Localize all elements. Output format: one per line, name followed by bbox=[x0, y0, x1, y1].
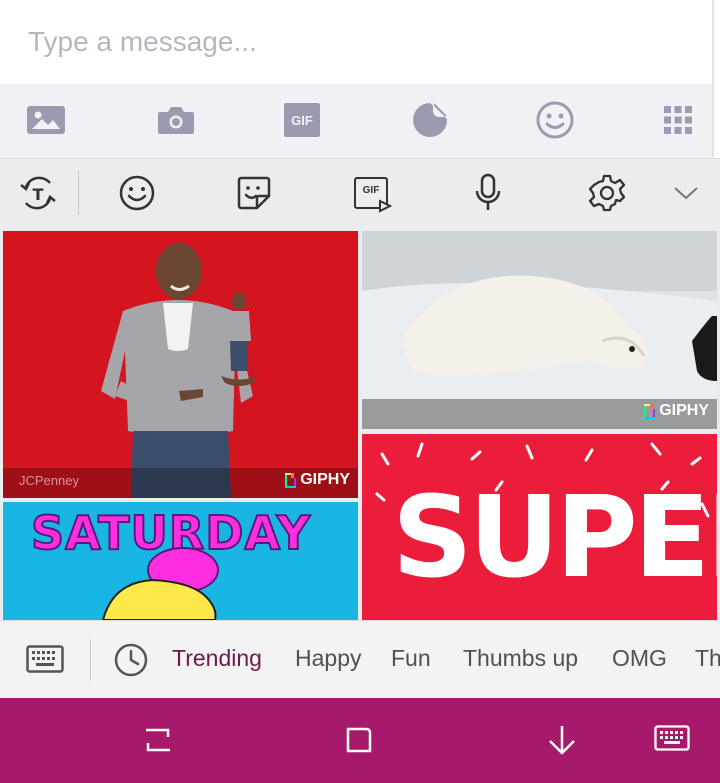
toolbar-divider bbox=[78, 171, 79, 215]
recent-clock-icon[interactable] bbox=[114, 643, 148, 677]
voice-input-button[interactable] bbox=[466, 171, 510, 215]
attachment-bar: GIF bbox=[0, 84, 714, 158]
gif-button[interactable]: GIF bbox=[278, 98, 326, 142]
gallery-button[interactable] bbox=[22, 98, 70, 142]
category-trending[interactable]: Trending bbox=[172, 645, 262, 672]
gif-category-bar: Trending Happy Fun Thumbs up OMG Th bbox=[0, 620, 720, 698]
emoji-button[interactable] bbox=[531, 98, 579, 142]
message-input[interactable] bbox=[0, 0, 712, 84]
category-divider bbox=[90, 639, 91, 681]
hide-keyboard-button[interactable] bbox=[652, 720, 692, 760]
translate-icon: T bbox=[20, 176, 56, 210]
gif-icon: GIF bbox=[284, 103, 320, 137]
gif-icon: GIF bbox=[354, 177, 392, 213]
gif-result-polar-bear[interactable]: GIPHY bbox=[362, 231, 717, 429]
giphy-label: GIPHY bbox=[300, 471, 350, 488]
back-button[interactable] bbox=[542, 720, 582, 760]
sticker-icon bbox=[413, 103, 447, 137]
saturday-figure-illustration bbox=[101, 547, 219, 620]
system-navigation-bar bbox=[0, 698, 720, 783]
keyboard-settings-button[interactable] bbox=[585, 171, 629, 215]
emoji-icon bbox=[119, 175, 155, 211]
more-apps-button[interactable] bbox=[654, 98, 702, 142]
microphone-icon bbox=[475, 173, 501, 210]
home-button[interactable] bbox=[340, 720, 380, 760]
giphy-logo-icon bbox=[644, 403, 656, 419]
giphy-attribution: GIPHY bbox=[644, 399, 709, 423]
gif-tab[interactable]: GIF bbox=[349, 171, 393, 215]
gif-result-saturday[interactable]: SATURDAY bbox=[3, 502, 358, 620]
gif-result-super[interactable]: SUPER bbox=[362, 434, 717, 620]
hide-keyboard-icon bbox=[654, 725, 690, 751]
emoji-tab[interactable] bbox=[115, 171, 159, 215]
messaging-screen: GIF bbox=[0, 0, 720, 783]
gif-icon-label: GIF bbox=[291, 112, 313, 128]
camera-button[interactable] bbox=[152, 98, 200, 142]
category-thumbs-up[interactable]: Thumbs up bbox=[463, 645, 578, 672]
category-happy[interactable]: Happy bbox=[295, 645, 361, 672]
category-omg[interactable]: OMG bbox=[612, 645, 667, 672]
back-icon bbox=[549, 726, 575, 755]
settings-icon bbox=[588, 174, 626, 212]
gif-tab-label: GIF bbox=[362, 184, 380, 196]
gif-results-grid: JCPenney GIPHY GIPHY SATURDAY SUPE bbox=[0, 226, 720, 620]
more-apps-icon bbox=[664, 106, 692, 134]
keyboard-switch-icon[interactable] bbox=[26, 645, 64, 675]
recent-apps-icon bbox=[146, 728, 170, 752]
man-pointing-illustration bbox=[101, 243, 257, 498]
message-composer bbox=[0, 0, 714, 84]
gif-result-man-pointing[interactable]: JCPenney GIPHY bbox=[3, 231, 358, 498]
collapse-toolbar-button[interactable] bbox=[664, 171, 708, 215]
category-fun[interactable]: Fun bbox=[391, 645, 431, 672]
home-icon bbox=[346, 727, 372, 753]
giphy-label: GIPHY bbox=[659, 402, 709, 419]
sticker-button[interactable] bbox=[406, 98, 454, 142]
gallery-icon bbox=[27, 106, 65, 134]
recent-apps-button[interactable] bbox=[138, 720, 178, 760]
translate-button[interactable]: T bbox=[16, 171, 60, 215]
emoji-icon bbox=[536, 101, 574, 139]
camera-icon bbox=[158, 107, 194, 134]
gif-caption: JCPenney bbox=[19, 473, 79, 488]
super-text: SUPER bbox=[392, 473, 717, 603]
giphy-logo-icon bbox=[285, 472, 297, 488]
svg-text:T: T bbox=[33, 185, 44, 204]
sticker-icon bbox=[237, 176, 271, 210]
collapse-chevron-icon bbox=[674, 187, 698, 200]
sticker-tab[interactable] bbox=[232, 171, 276, 215]
giphy-attribution: GIPHY bbox=[285, 468, 350, 492]
category-partial[interactable]: Th bbox=[695, 645, 720, 672]
keyboard-toolbar: T GIF bbox=[0, 158, 720, 226]
